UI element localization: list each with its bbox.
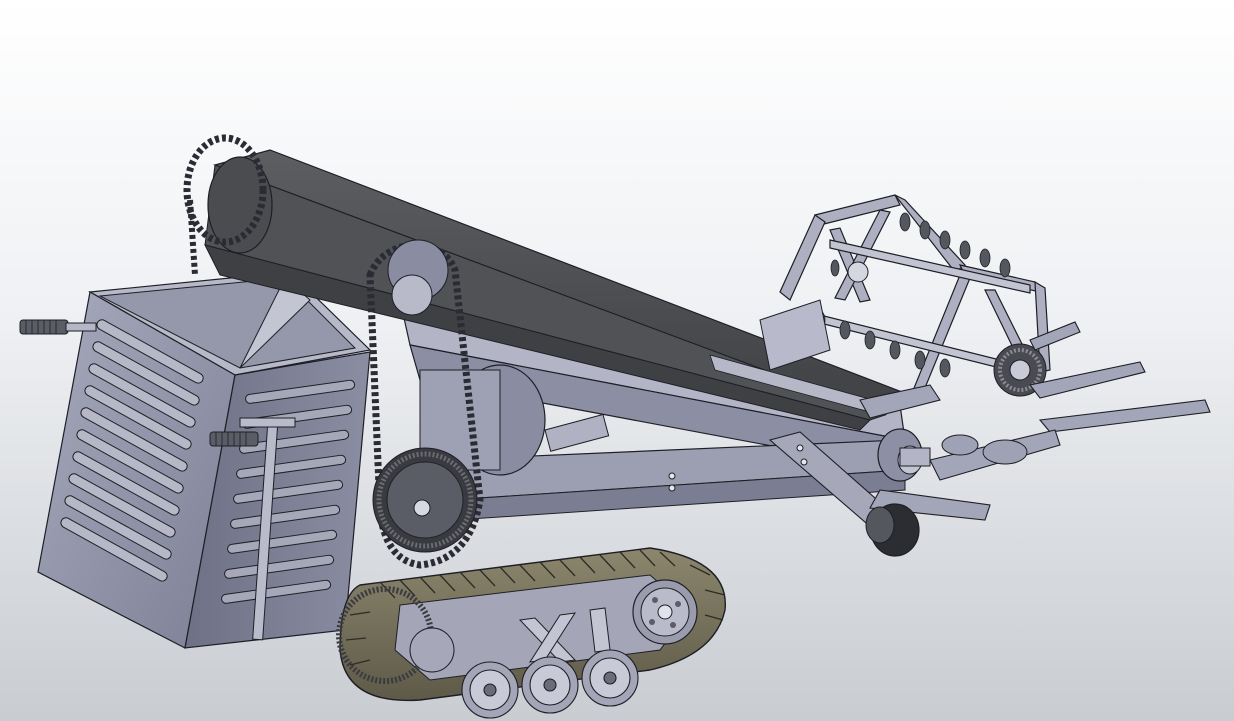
side-shield [759, 299, 831, 371]
reel-hub [847, 261, 869, 283]
crawler-track[interactable] [336, 547, 726, 719]
support-foot[interactable] [865, 503, 920, 557]
cad-model[interactable] [0, 0, 1234, 721]
drive-sprocket[interactable] [372, 447, 478, 553]
cad-3d-viewport[interactable] [0, 0, 1234, 721]
spline-shaft-right[interactable] [209, 431, 259, 447]
